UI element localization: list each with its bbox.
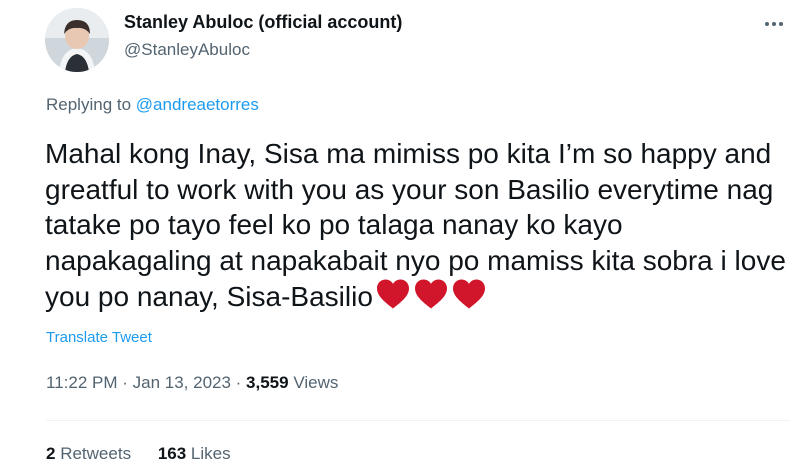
tweet-date[interactable]: Jan 13, 2023 bbox=[133, 373, 231, 392]
retweets-stat[interactable]: 2 Retweets bbox=[46, 444, 131, 463]
retweets-count: 2 bbox=[46, 444, 56, 463]
likes-stat[interactable]: 163 Likes bbox=[158, 444, 231, 463]
likes-label: Likes bbox=[190, 444, 231, 463]
author-handle[interactable]: @StanleyAbuloc bbox=[124, 40, 250, 60]
divider bbox=[46, 420, 790, 421]
meta-separator: · bbox=[117, 373, 133, 392]
red-heart-emoji bbox=[452, 279, 485, 309]
more-options-icon[interactable] bbox=[760, 10, 788, 38]
red-heart-emoji bbox=[414, 279, 447, 309]
likes-count: 163 bbox=[157, 444, 187, 463]
retweets-label: Retweets bbox=[60, 444, 132, 463]
tweet-stats: 2 Retweets 163 Likes bbox=[46, 444, 253, 464]
heart-emojis bbox=[375, 278, 489, 310]
author-name[interactable]: Stanley Abuloc (official account) bbox=[124, 12, 402, 33]
tweet-meta: 11:22 PM · Jan 13, 2023 · 3,559 Views bbox=[46, 373, 338, 393]
reply-mention-link[interactable]: @andreaetorres bbox=[136, 95, 259, 114]
views-label: Views bbox=[293, 373, 339, 392]
avatar-photo bbox=[45, 8, 109, 72]
tweet-text: Mahal kong Inay, Sisa ma mimiss po kita … bbox=[45, 136, 795, 315]
meta-separator: · bbox=[230, 373, 247, 392]
author-avatar[interactable] bbox=[45, 8, 109, 72]
replying-to-label: Replying to bbox=[46, 95, 136, 114]
tweet-time[interactable]: 11:22 PM bbox=[46, 373, 118, 392]
translate-tweet-link[interactable]: Translate Tweet bbox=[46, 329, 152, 346]
views-count: 3,559 bbox=[246, 373, 289, 392]
red-heart-emoji bbox=[376, 279, 409, 309]
replying-to: Replying to @andreaetorres bbox=[46, 95, 259, 115]
